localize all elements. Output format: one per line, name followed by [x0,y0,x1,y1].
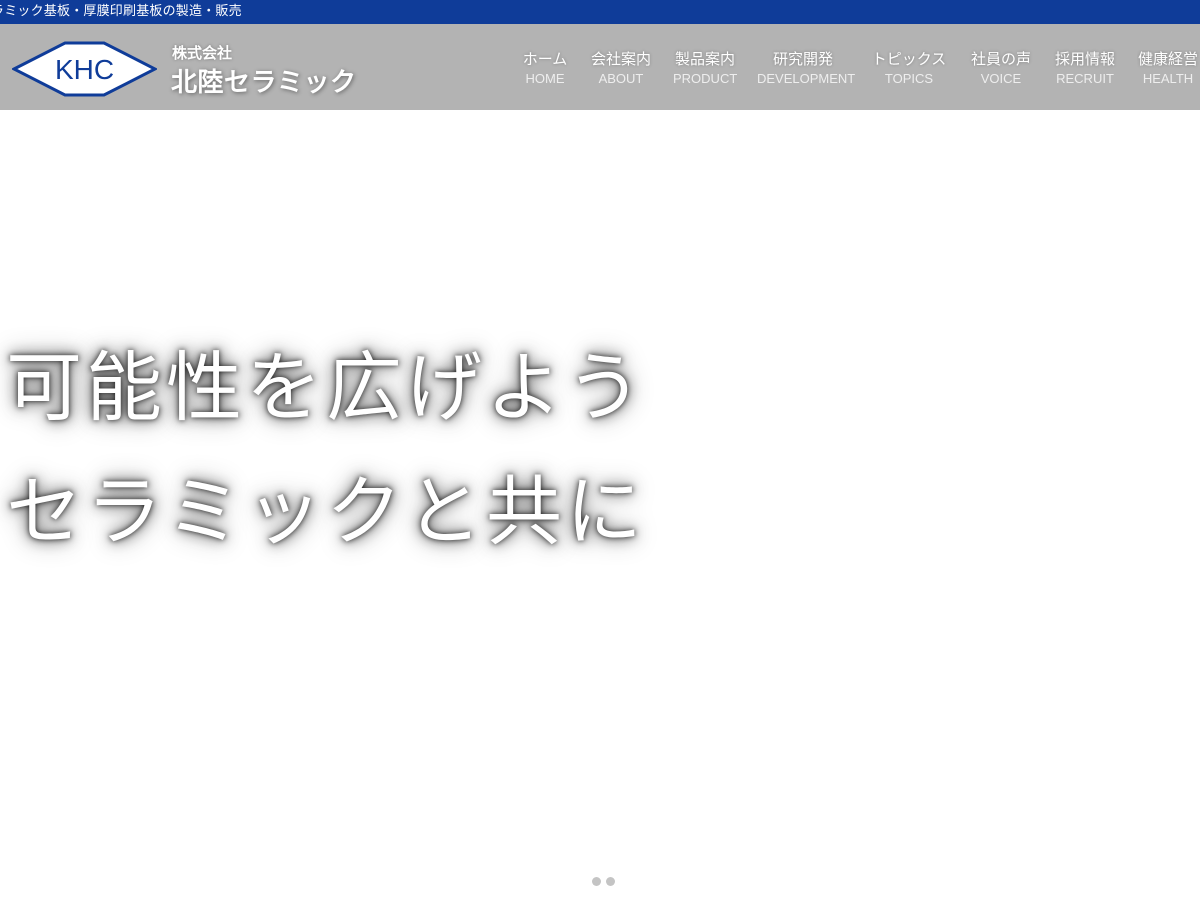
nav-label-ja: 採用情報 [1054,50,1115,68]
nav-label-en: HEALTH [1142,71,1194,86]
hero-slider: 可能性を広げよう セラミックと共に [0,110,1200,900]
slider-dot-1[interactable] [592,877,601,886]
nav-item-development[interactable]: 研究開発 DEVELOPMENT [757,50,856,88]
nav-label-ja: 研究開発 [772,50,833,68]
tagline-text: ラミック基板・厚膜印刷基板の製造・販売 [0,4,242,19]
nav-label-en: DEVELOPMENT [757,71,856,86]
nav-label-ja: 健康経営 [1137,50,1198,68]
nav-label-ja: 製品案内 [674,50,735,68]
slider-dot-2[interactable] [606,877,615,886]
main-nav: ホーム HOME 会社案内 ABOUT 製品案内 PRODUCT 研究開発 DE… [0,50,1200,100]
nav-label-en: RECRUIT [1056,71,1114,86]
nav-label-en: HOME [525,71,565,86]
nav-item-home[interactable]: ホーム HOME [522,50,568,88]
nav-label-en: ABOUT [598,71,644,86]
nav-label-en: VOICE [980,71,1022,86]
nav-label-ja: 社員の声 [970,50,1031,68]
hero-catchcopy-line1: 可能性を広げよう [6,343,646,432]
nav-label-ja: トピックス [871,50,947,68]
nav-label-en: TOPICS [884,71,934,86]
site-header: KHC 株式会社 北陸セラミック ホーム HOME 会社案内 ABOUT 製品案… [0,24,1200,110]
hero-catchcopy-line2: セラミックと共に [6,467,646,556]
nav-item-product[interactable]: 製品案内 PRODUCT [673,50,737,88]
nav-label-ja: ホーム [522,50,568,68]
nav-item-recruit[interactable]: 採用情報 RECRUIT [1053,50,1117,88]
nav-label-ja: 会社案内 [590,50,651,68]
nav-item-about[interactable]: 会社案内 ABOUT [589,50,653,88]
top-tagline-bar: ラミック基板・厚膜印刷基板の製造・販売 [0,0,1200,24]
nav-item-topics[interactable]: トピックス TOPICS [869,50,949,88]
nav-label-en: PRODUCT [673,71,738,86]
nav-item-health[interactable]: 健康経営 HEALTH [1137,50,1199,88]
slider-pagination [592,871,620,886]
nav-item-voice[interactable]: 社員の声 VOICE [969,50,1033,88]
